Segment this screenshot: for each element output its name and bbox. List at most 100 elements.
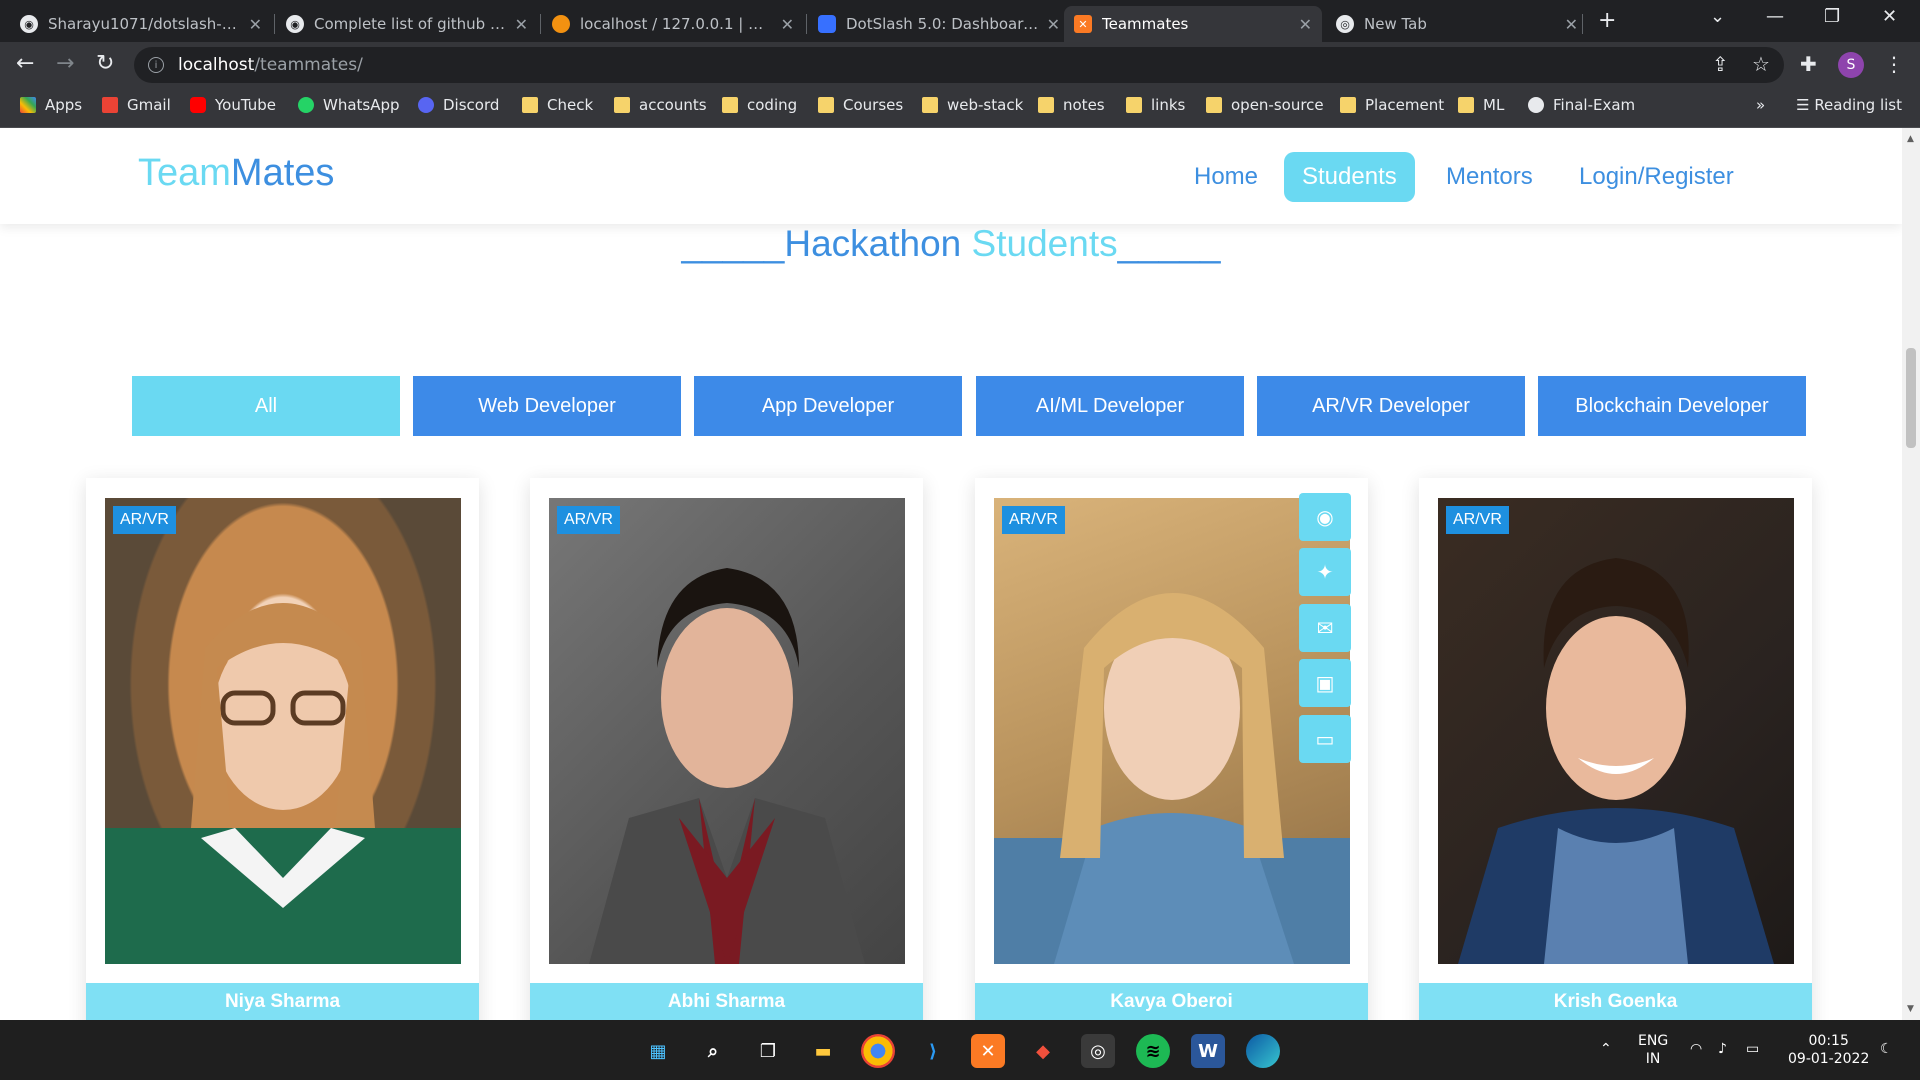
filter-arvr-developer[interactable]: AR/VR Developer xyxy=(1257,376,1525,436)
site-info-icon[interactable]: i xyxy=(148,57,164,73)
file-explorer-icon[interactable]: ▬ xyxy=(806,1034,840,1068)
bookmark-web-stack[interactable]: web-stack xyxy=(922,96,1023,114)
tab-phpmyadmin[interactable]: localhost / 127.0.0.1 | phpM ✕ xyxy=(542,6,804,42)
volume-icon[interactable]: ♪ xyxy=(1718,1040,1727,1058)
wifi-icon[interactable]: ◠ xyxy=(1690,1040,1702,1058)
site-navbar: TeamMates Home Students Mentors Login/Re… xyxy=(0,128,1902,224)
bookmark-links[interactable]: links xyxy=(1126,96,1185,114)
more-bookmarks-button[interactable]: » xyxy=(1756,96,1765,114)
task-view-icon[interactable]: ❐ xyxy=(751,1034,785,1068)
profile-avatar[interactable]: S xyxy=(1838,52,1864,78)
tab-new-tab[interactable]: ◎ New Tab ✕ xyxy=(1326,6,1588,42)
bookmark-check[interactable]: Check xyxy=(522,96,593,114)
bookmark-whatsapp[interactable]: WhatsApp xyxy=(298,96,400,114)
start-icon[interactable]: ▦ xyxy=(641,1034,675,1068)
twitter-icon[interactable]: ✦ xyxy=(1299,548,1351,596)
globe-icon xyxy=(1528,97,1544,113)
tab-title: New Tab xyxy=(1364,15,1427,33)
close-tab-icon[interactable]: ✕ xyxy=(1047,15,1060,34)
tab-github-list[interactable]: ◉ Complete list of github mar ✕ xyxy=(276,6,538,42)
close-tab-icon[interactable]: ✕ xyxy=(249,15,262,34)
chrome-icon[interactable] xyxy=(861,1034,895,1068)
language-indicator[interactable]: ENG IN xyxy=(1638,1032,1668,1068)
bookmarks-bar: Apps Gmail YouTube WhatsApp Discord Chec… xyxy=(0,88,1920,128)
windows-taskbar: ▦ ⌕ ❐ ▬ ⟩ ✕ ◆ ◎ ≋ W ⌃ ENG IN ◠ ♪ ▭ 00:15… xyxy=(0,1020,1920,1080)
student-card[interactable]: AR/VR Abhi Sharma xyxy=(530,478,923,1020)
filter-app-developer[interactable]: App Developer xyxy=(694,376,962,436)
nav-mentors[interactable]: Mentors xyxy=(1428,152,1551,202)
nav-login-register[interactable]: Login/Register xyxy=(1561,152,1752,202)
forward-icon[interactable]: → xyxy=(56,51,74,76)
scroll-up-icon[interactable]: ▲ xyxy=(1907,134,1914,144)
github-icon[interactable]: ◉ xyxy=(1299,493,1351,541)
reload-icon[interactable]: ↻ xyxy=(96,51,114,76)
address-bar[interactable]: i localhost /teammates/ xyxy=(134,47,1784,83)
close-tab-icon[interactable]: ✕ xyxy=(1299,15,1312,34)
role-badge: AR/VR xyxy=(113,506,176,534)
nav-students[interactable]: Students xyxy=(1284,152,1415,202)
filter-all[interactable]: All xyxy=(132,376,400,436)
site-logo[interactable]: TeamMates xyxy=(138,152,334,195)
filter-aiml-developer[interactable]: AI/ML Developer xyxy=(976,376,1244,436)
bookmark-placement[interactable]: Placement xyxy=(1340,96,1444,114)
tab-github-dotslash[interactable]: ◉ Sharayu1071/dotslash-team ✕ xyxy=(10,6,272,42)
email-icon[interactable]: ✉ xyxy=(1299,604,1351,652)
vscode-icon[interactable]: ⟩ xyxy=(916,1034,950,1068)
chrome-profile-icon[interactable]: ◎ xyxy=(1081,1034,1115,1068)
youtube-icon xyxy=(190,97,206,113)
close-tab-icon[interactable]: ✕ xyxy=(1565,15,1578,34)
bookmark-ml[interactable]: ML xyxy=(1458,96,1504,114)
back-icon[interactable]: ← xyxy=(16,51,34,76)
clock[interactable]: 00:15 09-01-2022 xyxy=(1788,1032,1869,1068)
bookmark-open-source[interactable]: open-source xyxy=(1206,96,1324,114)
share-icon[interactable]: ⇪ xyxy=(1712,52,1729,76)
reading-list-button[interactable]: ☰ Reading list xyxy=(1796,96,1902,114)
phpmyadmin-icon xyxy=(552,15,570,33)
close-window-button[interactable]: ✕ xyxy=(1882,6,1897,27)
student-card[interactable]: AR/VR Krish Goenka xyxy=(1419,478,1812,1020)
bookmark-star-icon[interactable]: ☆ xyxy=(1752,52,1770,76)
linkedin-icon[interactable]: ▣ xyxy=(1299,659,1351,707)
extensions-icon[interactable]: ✚ xyxy=(1800,52,1817,76)
notification-icon[interactable]: ☾ xyxy=(1880,1040,1893,1058)
tab-strip: ◉ Sharayu1071/dotslash-team ✕ ◉ Complete… xyxy=(0,0,1920,42)
new-tab-button[interactable]: + xyxy=(1598,8,1616,33)
bookmark-gmail[interactable]: Gmail xyxy=(102,96,171,114)
bookmark-apps[interactable]: Apps xyxy=(20,96,82,114)
restore-button[interactable]: ❐ xyxy=(1824,6,1840,27)
edge-icon[interactable] xyxy=(1246,1034,1280,1068)
filter-blockchain-developer[interactable]: Blockchain Developer xyxy=(1538,376,1806,436)
git-icon[interactable]: ◆ xyxy=(1026,1034,1060,1068)
tab-search-icon[interactable]: ⌄ xyxy=(1710,6,1725,27)
devfolio-icon xyxy=(818,15,836,33)
page-scrollbar[interactable]: ▲ ▼ xyxy=(1902,128,1920,1020)
xampp-icon[interactable]: ✕ xyxy=(971,1034,1005,1068)
scrollbar-thumb[interactable] xyxy=(1906,348,1916,448)
reading-list-icon: ☰ xyxy=(1796,96,1815,114)
word-icon[interactable]: W xyxy=(1191,1034,1225,1068)
bookmark-notes[interactable]: notes xyxy=(1038,96,1105,114)
bookmark-coding[interactable]: coding xyxy=(722,96,797,114)
bookmark-accounts[interactable]: accounts xyxy=(614,96,707,114)
bookmark-final-exam[interactable]: Final-Exam xyxy=(1528,96,1635,114)
folder-icon xyxy=(1126,97,1142,113)
spotify-icon[interactable]: ≋ xyxy=(1136,1034,1170,1068)
close-tab-icon[interactable]: ✕ xyxy=(781,15,794,34)
close-tab-icon[interactable]: ✕ xyxy=(515,15,528,34)
search-icon[interactable]: ⌕ xyxy=(696,1034,730,1068)
student-card[interactable]: AR/VR Niya Sharma xyxy=(86,478,479,1020)
minimize-button[interactable]: — xyxy=(1766,6,1784,27)
tab-teammates[interactable]: ✕ Teammates ✕ xyxy=(1064,6,1322,42)
bookmark-youtube[interactable]: YouTube xyxy=(190,96,276,114)
bookmark-courses[interactable]: Courses xyxy=(818,96,903,114)
filter-web-developer[interactable]: Web Developer xyxy=(413,376,681,436)
bookmark-discord[interactable]: Discord xyxy=(418,96,499,114)
student-photo: AR/VR xyxy=(994,498,1350,964)
nav-home[interactable]: Home xyxy=(1176,152,1276,202)
scroll-down-icon[interactable]: ▼ xyxy=(1907,1004,1914,1014)
battery-icon[interactable]: ▭ xyxy=(1746,1040,1759,1058)
tray-overflow-icon[interactable]: ⌃ xyxy=(1600,1040,1612,1058)
tab-devfolio[interactable]: DotSlash 5.0: Dashboard | D ✕ xyxy=(808,6,1070,42)
menu-icon[interactable]: ⋮ xyxy=(1884,52,1904,76)
monitor-icon[interactable]: ▭ xyxy=(1299,715,1351,763)
